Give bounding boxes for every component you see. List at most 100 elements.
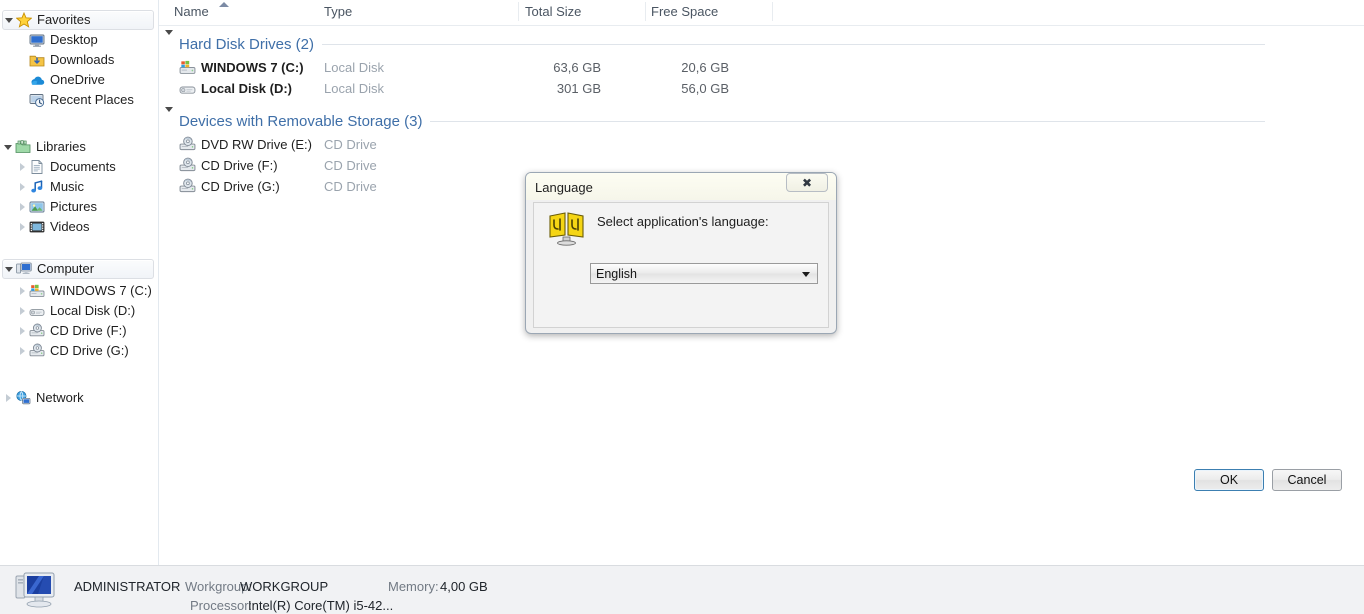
chevron-down-icon[interactable] bbox=[2, 144, 14, 150]
sidebar-item-label: Documents bbox=[50, 159, 116, 174]
chevron-down-icon[interactable] bbox=[3, 266, 15, 272]
row-name: WINDOWS 7 (C:) bbox=[201, 60, 304, 75]
row-type: Local Disk bbox=[324, 81, 384, 96]
hard-disk-icon-wrap bbox=[28, 303, 46, 319]
column-header-free-space[interactable]: Free Space bbox=[651, 4, 718, 19]
sidebar-item-cd-drive-g[interactable]: CD Drive (G:) bbox=[16, 341, 158, 361]
chevron-right-icon[interactable] bbox=[16, 163, 28, 171]
cd-drive-icon-wrap bbox=[28, 323, 46, 339]
chevron-right-icon[interactable] bbox=[16, 327, 28, 335]
sidebar-item-label: Recent Places bbox=[50, 92, 134, 107]
row-free-space: 20,6 GB bbox=[681, 60, 729, 75]
cd-drive-icon-wrap bbox=[28, 343, 46, 359]
row-name: DVD RW Drive (E:) bbox=[201, 137, 312, 152]
downloads-folder-icon bbox=[29, 55, 45, 67]
row-type: CD Drive bbox=[324, 137, 377, 152]
chevron-right-icon[interactable] bbox=[16, 203, 28, 211]
star-icon-wrap bbox=[15, 12, 33, 28]
language-screens-icon bbox=[549, 212, 584, 246]
row-name: CD Drive (G:) bbox=[201, 179, 280, 194]
sidebar-item-label: CD Drive (F:) bbox=[50, 323, 127, 338]
windows-drive-icon-wrap bbox=[179, 59, 197, 77]
sidebar-item-label: Downloads bbox=[50, 52, 115, 67]
table-row[interactable]: WINDOWS 7 (C:) Local Disk 63,6 GB 20,6 GB bbox=[177, 58, 1277, 79]
row-type: CD Drive bbox=[324, 179, 377, 194]
row-total-size: 301 GB bbox=[556, 81, 601, 96]
file-group-header[interactable]: Hard Disk Drives (2) bbox=[165, 30, 1265, 55]
sidebar-item-documents[interactable]: Documents bbox=[16, 157, 158, 177]
chevron-right-icon[interactable] bbox=[16, 223, 28, 231]
status-bar: ADMINISTRATOR Workgroup: WORKGROUP Memor… bbox=[0, 565, 1364, 614]
cd-drive-icon-wrap bbox=[179, 157, 197, 175]
status-memory-value: 4,00 GB bbox=[440, 579, 488, 594]
sidebar-item-music[interactable]: Music bbox=[16, 177, 158, 197]
sidebar-item-label: Videos bbox=[50, 219, 90, 234]
table-row[interactable]: Local Disk (D:) Local Disk 301 GB 56,0 GB bbox=[177, 79, 1277, 100]
column-header-type[interactable]: Type bbox=[324, 4, 352, 19]
ok-button[interactable]: OK bbox=[1194, 469, 1264, 491]
sidebar-item-downloads[interactable]: Downloads bbox=[16, 50, 158, 70]
windows-drive-icon bbox=[179, 60, 196, 74]
libraries-folder-icon-wrap bbox=[14, 139, 32, 155]
file-group-header[interactable]: Devices with Removable Storage (3) bbox=[165, 107, 1265, 132]
cd-drive-icon bbox=[179, 157, 196, 172]
sort-ascending-icon bbox=[219, 2, 229, 7]
hard-disk-icon bbox=[29, 309, 45, 316]
sidebar-group-network[interactable]: Network bbox=[2, 388, 154, 408]
chevron-down-icon[interactable] bbox=[165, 30, 173, 53]
row-name: CD Drive (F:) bbox=[201, 158, 278, 173]
column-divider[interactable] bbox=[518, 2, 519, 21]
sidebar-item-label: Desktop bbox=[50, 32, 98, 47]
star-icon bbox=[16, 12, 32, 28]
sidebar-group-favorites[interactable]: Favorites bbox=[2, 10, 154, 30]
row-type: CD Drive bbox=[324, 158, 377, 173]
cd-drive-icon bbox=[179, 178, 196, 193]
recent-places-icon-wrap bbox=[28, 92, 46, 108]
sidebar-item-pictures[interactable]: Pictures bbox=[16, 197, 158, 217]
sidebar-item-local-disk-d[interactable]: Local Disk (D:) bbox=[16, 301, 158, 321]
windows-drive-icon-wrap bbox=[28, 283, 46, 299]
cancel-button[interactable]: Cancel bbox=[1272, 469, 1342, 491]
column-header-name[interactable]: Name bbox=[174, 4, 209, 19]
cd-drive-icon bbox=[179, 136, 196, 151]
windows-drive-icon bbox=[29, 284, 45, 298]
navigation-pane: Favorites Desktop Downloads OneDrive Recent … bbox=[0, 0, 158, 565]
computer-monitor-icon bbox=[15, 572, 55, 608]
network-icon-wrap bbox=[14, 390, 32, 406]
sidebar-group-label: Libraries bbox=[36, 139, 86, 154]
chevron-right-icon[interactable] bbox=[16, 307, 28, 315]
sidebar-item-label: WINDOWS 7 (C:) bbox=[50, 283, 152, 298]
hard-disk-icon bbox=[179, 86, 196, 94]
column-header-total-size[interactable]: Total Size bbox=[525, 4, 581, 19]
chevron-right-icon[interactable] bbox=[16, 183, 28, 191]
chevron-down-icon[interactable] bbox=[3, 17, 15, 23]
sidebar-item-windows-7-c[interactable]: WINDOWS 7 (C:) bbox=[16, 281, 158, 301]
sidebar-item-cd-drive-f[interactable]: CD Drive (F:) bbox=[16, 321, 158, 341]
status-workgroup-value: WORKGROUP bbox=[240, 579, 329, 594]
chevron-right-icon[interactable] bbox=[16, 347, 28, 355]
music-note-icon-wrap bbox=[28, 179, 46, 195]
sidebar-item-onedrive[interactable]: OneDrive bbox=[16, 70, 158, 90]
sidebar-item-label: OneDrive bbox=[50, 72, 105, 87]
chevron-right-icon[interactable] bbox=[16, 287, 28, 295]
pictures-icon-wrap bbox=[28, 199, 46, 215]
sidebar-group-libraries[interactable]: Libraries bbox=[2, 137, 154, 157]
column-divider[interactable] bbox=[645, 2, 646, 21]
table-row[interactable]: DVD RW Drive (E:) CD Drive bbox=[177, 135, 1277, 156]
dialog-content-group: Select application's language: English bbox=[533, 202, 829, 328]
column-header-row: Name Type Total Size Free Space bbox=[159, 0, 1364, 25]
language-select-value: English bbox=[596, 267, 637, 281]
sidebar-item-videos[interactable]: Videos bbox=[16, 217, 158, 237]
onedrive-cloud-icon-wrap bbox=[28, 72, 46, 88]
language-select[interactable]: English bbox=[590, 263, 818, 284]
sidebar-item-desktop[interactable]: Desktop bbox=[16, 30, 158, 50]
desktop-icon bbox=[29, 34, 45, 47]
chevron-right-icon[interactable] bbox=[2, 394, 14, 402]
close-icon: ✖ bbox=[801, 175, 813, 190]
dialog-close-button[interactable]: ✖ bbox=[786, 173, 828, 192]
sidebar-item-recent-places[interactable]: Recent Places bbox=[16, 90, 158, 110]
chevron-down-icon[interactable] bbox=[165, 107, 173, 130]
sidebar-group-computer[interactable]: Computer bbox=[2, 259, 154, 279]
desktop-icon-wrap bbox=[28, 32, 46, 48]
column-divider[interactable] bbox=[772, 2, 773, 21]
